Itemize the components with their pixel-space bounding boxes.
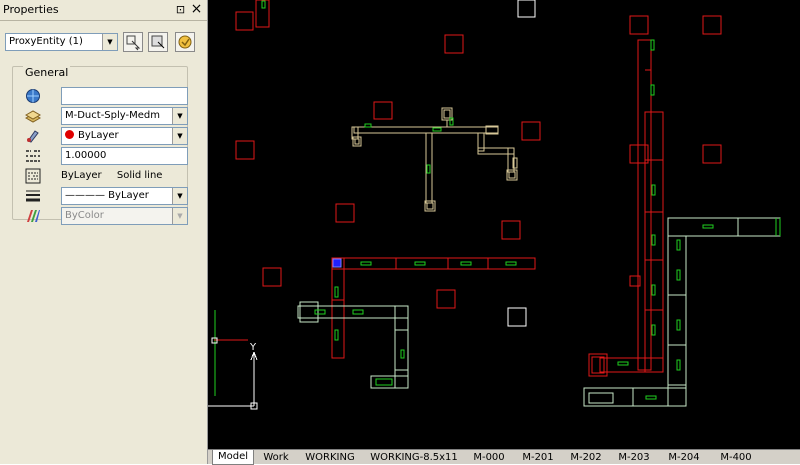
tab-m-204[interactable]: M-204	[660, 451, 708, 464]
white-box[interactable]	[517, 0, 536, 18]
tab-m-202[interactable]: M-202	[564, 451, 608, 464]
property-row-linetype: ByLayer Solid line	[23, 167, 187, 185]
red-diffuser[interactable]	[501, 220, 521, 240]
layout-tabs: Model Work WORKING WORKING-8.5x11 M-000 …	[208, 449, 800, 465]
chevron-down-icon[interactable]: ▼	[172, 108, 187, 124]
tab-m-201[interactable]: M-201	[516, 451, 560, 464]
toggle-pickadd-button[interactable]	[123, 32, 143, 52]
quick-select-icon	[178, 35, 192, 49]
red-duct-horizontal[interactable]	[331, 257, 536, 270]
general-group-title: General	[23, 66, 71, 79]
pin-icon[interactable]: ⊡	[174, 3, 187, 16]
selection-dropdown[interactable]: ProxyEntity (1) ▼	[5, 33, 118, 51]
red-diffuser[interactable]	[436, 289, 456, 309]
select-objects-icon	[151, 35, 165, 49]
plotstyle-value: ByColor	[65, 210, 104, 221]
red-diffuser[interactable]	[702, 15, 722, 35]
lineweight-dropdown[interactable]: ———— ByLayer ▼	[61, 187, 188, 205]
tab-model[interactable]: Model	[212, 450, 254, 465]
color-icon	[27, 130, 39, 143]
globe-icon	[26, 89, 40, 103]
red-diffuser[interactable]	[629, 15, 649, 35]
tan-duct-main[interactable]	[353, 126, 499, 134]
white-box[interactable]	[507, 307, 527, 327]
lineweight-icon	[26, 190, 40, 202]
red-diffuser[interactable]	[702, 144, 722, 164]
red-diffuser[interactable]	[262, 267, 282, 287]
pickadd-icon	[126, 35, 141, 51]
linetype-value[interactable]: ByLayer Solid line	[61, 167, 188, 185]
red-ducts	[331, 39, 664, 377]
chevron-down-icon: ▼	[172, 208, 187, 224]
layer-icon	[25, 110, 41, 123]
palette-title: Properties	[3, 3, 59, 16]
selection-row: ProxyEntity (1) ▼	[5, 32, 205, 52]
red-diffuser[interactable]	[235, 11, 254, 31]
color-swatch	[65, 130, 74, 139]
tab-working-8-5x11[interactable]: WORKING-8.5x11	[366, 451, 462, 464]
linetype-icon	[25, 168, 41, 184]
property-row-hyperlink	[23, 87, 188, 105]
red-diffuser[interactable]	[444, 34, 464, 54]
plotstyle-icon	[27, 210, 40, 222]
red-diffuser[interactable]	[235, 140, 255, 160]
red-diffuser[interactable]	[373, 101, 393, 120]
tab-m-000[interactable]: M-000	[468, 451, 510, 464]
linetype-scale-icon	[26, 150, 40, 162]
light-ducts-right	[583, 217, 781, 407]
tab-m-400[interactable]: M-400	[714, 451, 758, 464]
hyperlink-field[interactable]	[61, 87, 188, 105]
red-duct-branch[interactable]	[599, 357, 664, 373]
linetype-bylayer: ByLayer	[61, 170, 102, 181]
layer-value: M-Duct-Sply-Medm	[65, 110, 160, 121]
chevron-down-icon[interactable]: ▼	[172, 188, 187, 204]
red-diffuser[interactable]	[335, 203, 355, 223]
selection-value: ProxyEntity (1)	[9, 36, 83, 47]
linetype-scale-field[interactable]: 1.00000	[61, 147, 188, 165]
layer-dropdown[interactable]: M-Duct-Sply-Medm ▼	[61, 107, 188, 125]
property-row-plotstyle: ByColor ▼	[23, 207, 188, 225]
palette-title-bar: Properties ⊡ ×	[0, 0, 207, 21]
tan-duct-tree	[351, 107, 518, 212]
linetype-solid: Solid line	[116, 170, 163, 181]
property-row-linetype-scale: 1.00000	[23, 147, 188, 165]
tab-working[interactable]: WORKING	[300, 451, 360, 464]
red-duct-vertical[interactable]	[331, 257, 345, 359]
chevron-down-icon[interactable]: ▼	[102, 34, 117, 50]
select-objects-button[interactable]	[148, 32, 168, 52]
chevron-down-icon[interactable]: ▼	[172, 128, 187, 144]
tab-m-203[interactable]: M-203	[612, 451, 656, 464]
color-value: ByLayer	[78, 130, 119, 141]
property-row-color: ByLayer ▼	[23, 127, 188, 145]
lineweight-value: ———— ByLayer	[65, 190, 149, 201]
property-row-lineweight: ———— ByLayer ▼	[23, 187, 188, 205]
drawing-canvas[interactable]: Y	[208, 0, 800, 449]
ucs-y-label: Y	[249, 342, 257, 353]
property-row-layer: M-Duct-Sply-Medm ▼	[23, 107, 188, 125]
light-ducts	[297, 0, 536, 389]
properties-palette: Properties ⊡ × ProxyEntity (1) ▼ General…	[0, 0, 208, 464]
selection-grip[interactable]	[332, 258, 342, 268]
tab-work[interactable]: Work	[258, 451, 294, 464]
quick-select-button[interactable]	[175, 32, 195, 52]
general-group: General M-Duct-Sply-Medm ▼ ByLayer ▼ 1.0…	[12, 66, 188, 225]
plotstyle-dropdown: ByColor ▼	[61, 207, 188, 225]
red-diffuser[interactable]	[521, 121, 541, 141]
drawing-svg[interactable]: Y	[208, 0, 800, 449]
color-dropdown[interactable]: ByLayer ▼	[61, 127, 188, 145]
light-duct-top[interactable]	[667, 217, 781, 237]
close-icon[interactable]: ×	[190, 2, 203, 16]
